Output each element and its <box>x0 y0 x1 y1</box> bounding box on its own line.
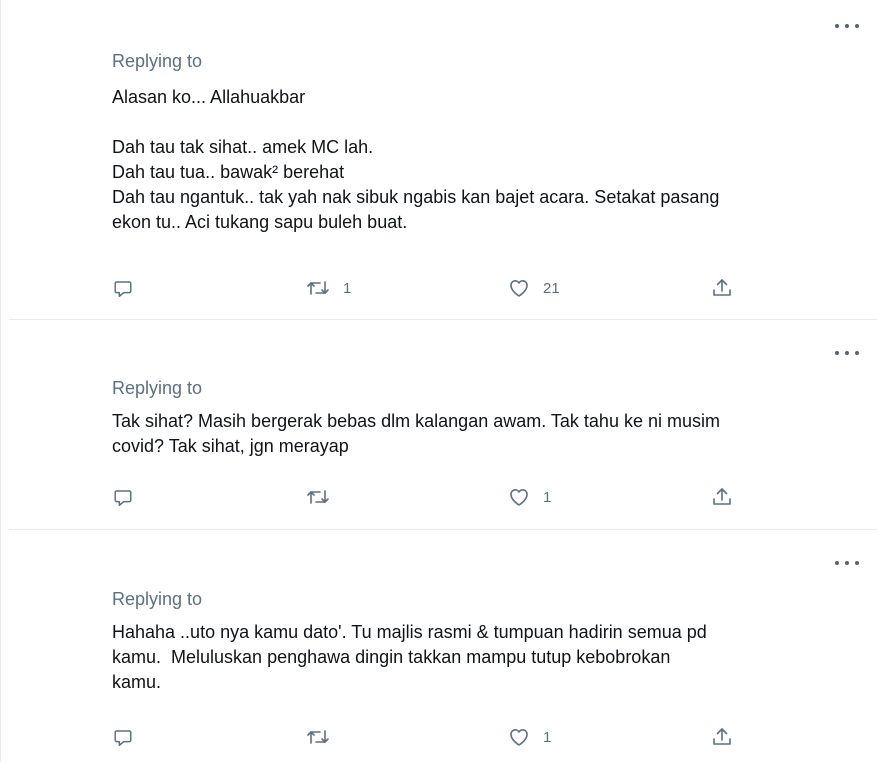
more-options-icon[interactable] <box>835 557 859 569</box>
heart-icon <box>510 280 528 297</box>
like-button[interactable]: 21 <box>507 276 560 300</box>
replying-to-label: Replying to <box>112 589 203 609</box>
reply-text: Alasan ko... Allahuakbar Dah tau tak sih… <box>112 87 720 232</box>
reply-actions: 1 <box>112 485 752 509</box>
share-upload-icon <box>713 488 731 505</box>
share-button[interactable] <box>710 276 734 300</box>
like-button[interactable]: 1 <box>507 725 551 749</box>
reply-bubble-icon <box>114 281 132 297</box>
more-options-icon[interactable] <box>835 347 859 359</box>
retweet-icon <box>307 730 329 744</box>
reply-button[interactable] <box>112 276 134 300</box>
like-count: 1 <box>543 728 552 746</box>
replying-to-label: Replying to <box>112 378 203 398</box>
share-button[interactable] <box>710 485 734 509</box>
reply-actions: 1 <box>112 725 752 749</box>
heart-icon <box>510 489 528 506</box>
reply-text: Tak sihat? Masih bergerak bebas dlm kala… <box>112 411 720 456</box>
reply-button[interactable] <box>112 485 134 509</box>
like-button[interactable]: 1 <box>507 485 551 509</box>
like-count: 21 <box>543 279 560 297</box>
retweet-button[interactable] <box>305 725 343 749</box>
reply-bubble-icon <box>114 490 132 506</box>
retweet-button[interactable] <box>305 485 343 509</box>
retweet-icon <box>307 490 329 504</box>
retweet-button[interactable]: 1 <box>305 276 351 300</box>
replies-timeline: Replying to Alasan ko... Allahuakbar Dah… <box>0 0 877 762</box>
like-count: 1 <box>543 488 552 506</box>
reply-actions: 1 21 <box>112 276 752 300</box>
retweet-count: 1 <box>343 279 352 297</box>
share-upload-icon <box>713 279 731 296</box>
reply-button[interactable] <box>112 725 134 749</box>
share-upload-icon <box>713 728 731 745</box>
heart-icon <box>510 729 528 746</box>
share-button[interactable] <box>710 725 734 749</box>
more-options-icon[interactable] <box>835 20 859 32</box>
retweet-icon <box>307 281 329 295</box>
reply-bubble-icon <box>114 730 132 746</box>
reply-text: Hahaha ..uto nya kamu dato'. Tu majlis r… <box>112 622 707 692</box>
replying-to-label: Replying to <box>112 51 203 71</box>
